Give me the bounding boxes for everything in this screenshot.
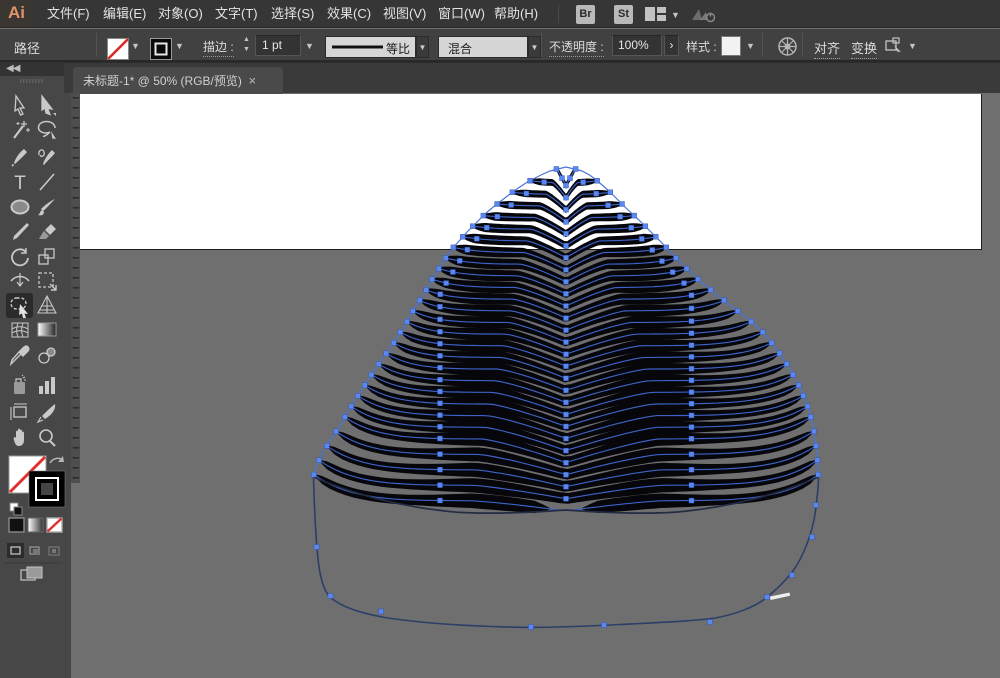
svg-text:T: T xyxy=(14,173,26,194)
